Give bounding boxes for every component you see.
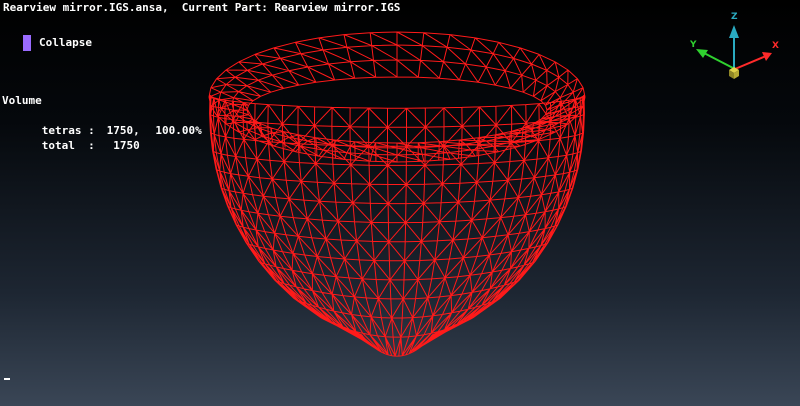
collapse-legend-item[interactable]: Collapse: [23, 35, 92, 51]
mesh-wireframe[interactable]: [0, 0, 800, 406]
graphics-viewport[interactable]: Rearview mirror.IGS.ansa, Current Part: …: [0, 0, 800, 406]
collapse-color-swatch: [23, 35, 31, 51]
z-axis-arrow-icon: [729, 25, 739, 68]
y-axis-arrow-icon: [696, 49, 734, 69]
axis-triad[interactable]: Z Y X: [686, 8, 786, 80]
y-axis-label: Y: [689, 40, 697, 50]
stats-percent: 100.00%: [155, 124, 202, 137]
volume-stats: Volume tetras : 1750, 100.00% total : 1750: [2, 93, 202, 152]
window-title: Rearview mirror.IGS.ansa, Current Part: …: [3, 1, 401, 14]
z-axis-label: Z: [731, 12, 738, 22]
mesh-edge-lines: [208, 31, 586, 357]
stats-heading: Volume: [2, 94, 42, 107]
command-cursor: [4, 378, 10, 380]
stats-name: tetras :: [41, 124, 95, 137]
x-axis-arrow-icon: [734, 52, 772, 70]
stats-count: 1750: [113, 139, 140, 152]
stats-count: 1750,: [106, 124, 140, 137]
collapse-label: Collapse: [39, 36, 92, 49]
stats-name: total :: [41, 139, 95, 152]
x-axis-label: X: [772, 41, 779, 51]
mesh-edges: [208, 31, 586, 357]
stats-row-tetras: tetras : 1750, 100.00%: [2, 108, 202, 137]
